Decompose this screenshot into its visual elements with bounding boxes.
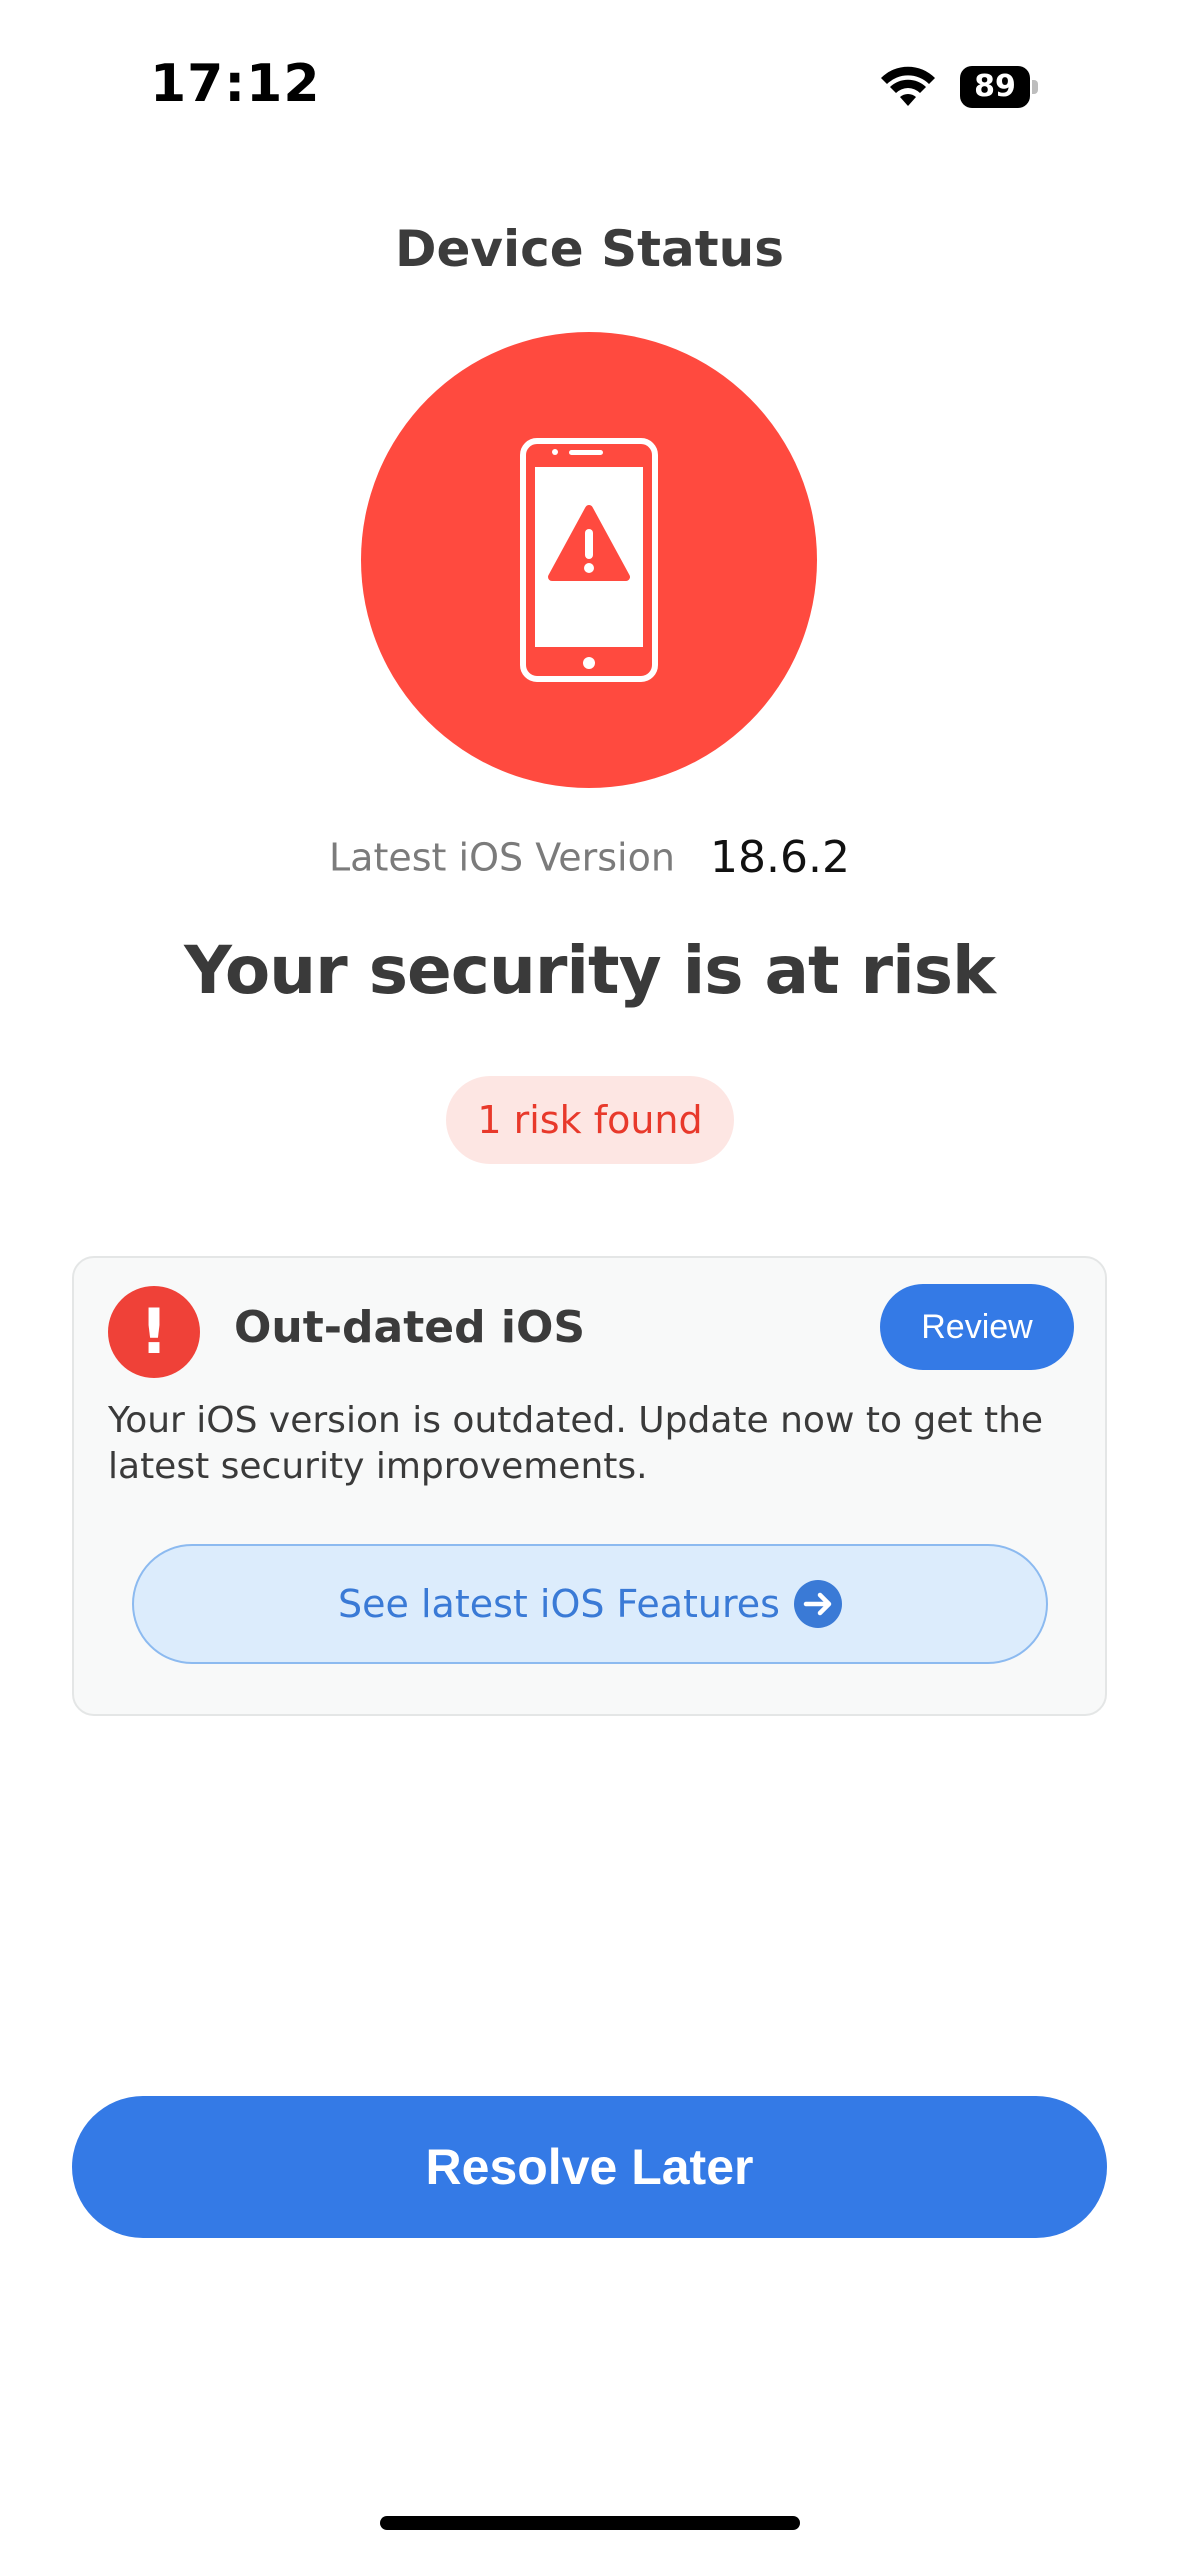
resolve-later-button[interactable]: Resolve Later bbox=[72, 2096, 1107, 2238]
risk-card: ! Out-dated iOS Review Your iOS version … bbox=[72, 1256, 1107, 1716]
wifi-icon bbox=[881, 66, 935, 106]
page-title: Device Status bbox=[394, 220, 784, 278]
ios-version-row: Latest iOS Version 18.6.2 bbox=[0, 832, 1179, 883]
battery-icon: 89 bbox=[960, 66, 1038, 108]
status-time: 17:12 bbox=[150, 54, 321, 114]
hero-status-circle bbox=[361, 332, 817, 788]
review-button[interactable]: Review bbox=[880, 1284, 1074, 1370]
risk-count-badge: 1 risk found bbox=[446, 1076, 734, 1164]
see-ios-features-label: See latest iOS Features bbox=[338, 1582, 780, 1626]
exclamation-icon: ! bbox=[108, 1286, 200, 1378]
home-indicator[interactable] bbox=[380, 2516, 800, 2530]
phone-warning-icon bbox=[520, 438, 658, 682]
see-ios-features-button[interactable]: See latest iOS Features bbox=[132, 1544, 1048, 1664]
arrow-right-circle-icon bbox=[793, 1580, 842, 1628]
ios-version-value: 18.6.2 bbox=[710, 832, 850, 883]
device-status-screen: 17:12 89 Device Status Latest iOS Versio bbox=[0, 0, 1179, 2556]
battery-tip bbox=[1032, 80, 1038, 94]
ios-version-label: Latest iOS Version bbox=[329, 835, 675, 880]
risk-card-description: Your iOS version is outdated. Update now… bbox=[108, 1400, 1044, 1487]
security-headline: Your security is at risk bbox=[184, 932, 996, 1009]
status-indicators: 89 bbox=[880, 62, 1040, 114]
risk-card-title: Out-dated iOS bbox=[234, 1302, 586, 1353]
battery-level: 89 bbox=[974, 69, 1016, 104]
